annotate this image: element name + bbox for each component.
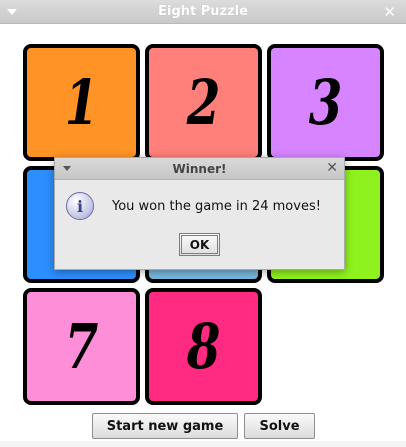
dialog-close-icon[interactable]: ✕ [326, 160, 338, 176]
tile-2[interactable]: 2 [145, 44, 262, 161]
dialog-message: You won the game in 24 moves! [112, 199, 321, 214]
tile-3-number: 3 [308, 66, 343, 139]
tile-8[interactable]: 8 [145, 288, 262, 405]
tile-8-number: 8 [186, 310, 221, 383]
tile-2-number: 2 [186, 66, 221, 139]
tile-3[interactable]: 3 [267, 44, 384, 161]
window-titlebar: Eight Puzzle ✕ [0, 0, 406, 24]
tile-1-number: 1 [64, 66, 99, 139]
tile-7[interactable]: 7 [23, 288, 140, 405]
tile-7-number: 7 [64, 310, 99, 383]
window-close-icon[interactable]: ✕ [383, 3, 396, 21]
dialog-title: Winner! [172, 162, 227, 176]
winner-dialog: Winner! ✕ i You won the game in 24 moves… [54, 157, 345, 270]
window-bottom-edge [0, 441, 406, 447]
solve-button[interactable]: Solve [244, 413, 315, 439]
ok-button[interactable]: OK [179, 233, 220, 256]
tile-1[interactable]: 1 [23, 44, 140, 161]
window-title: Eight Puzzle [158, 4, 248, 19]
info-icon: i [66, 192, 94, 220]
start-new-game-button[interactable]: Start new game [92, 413, 238, 439]
dialog-titlebar: Winner! ✕ [55, 158, 344, 180]
